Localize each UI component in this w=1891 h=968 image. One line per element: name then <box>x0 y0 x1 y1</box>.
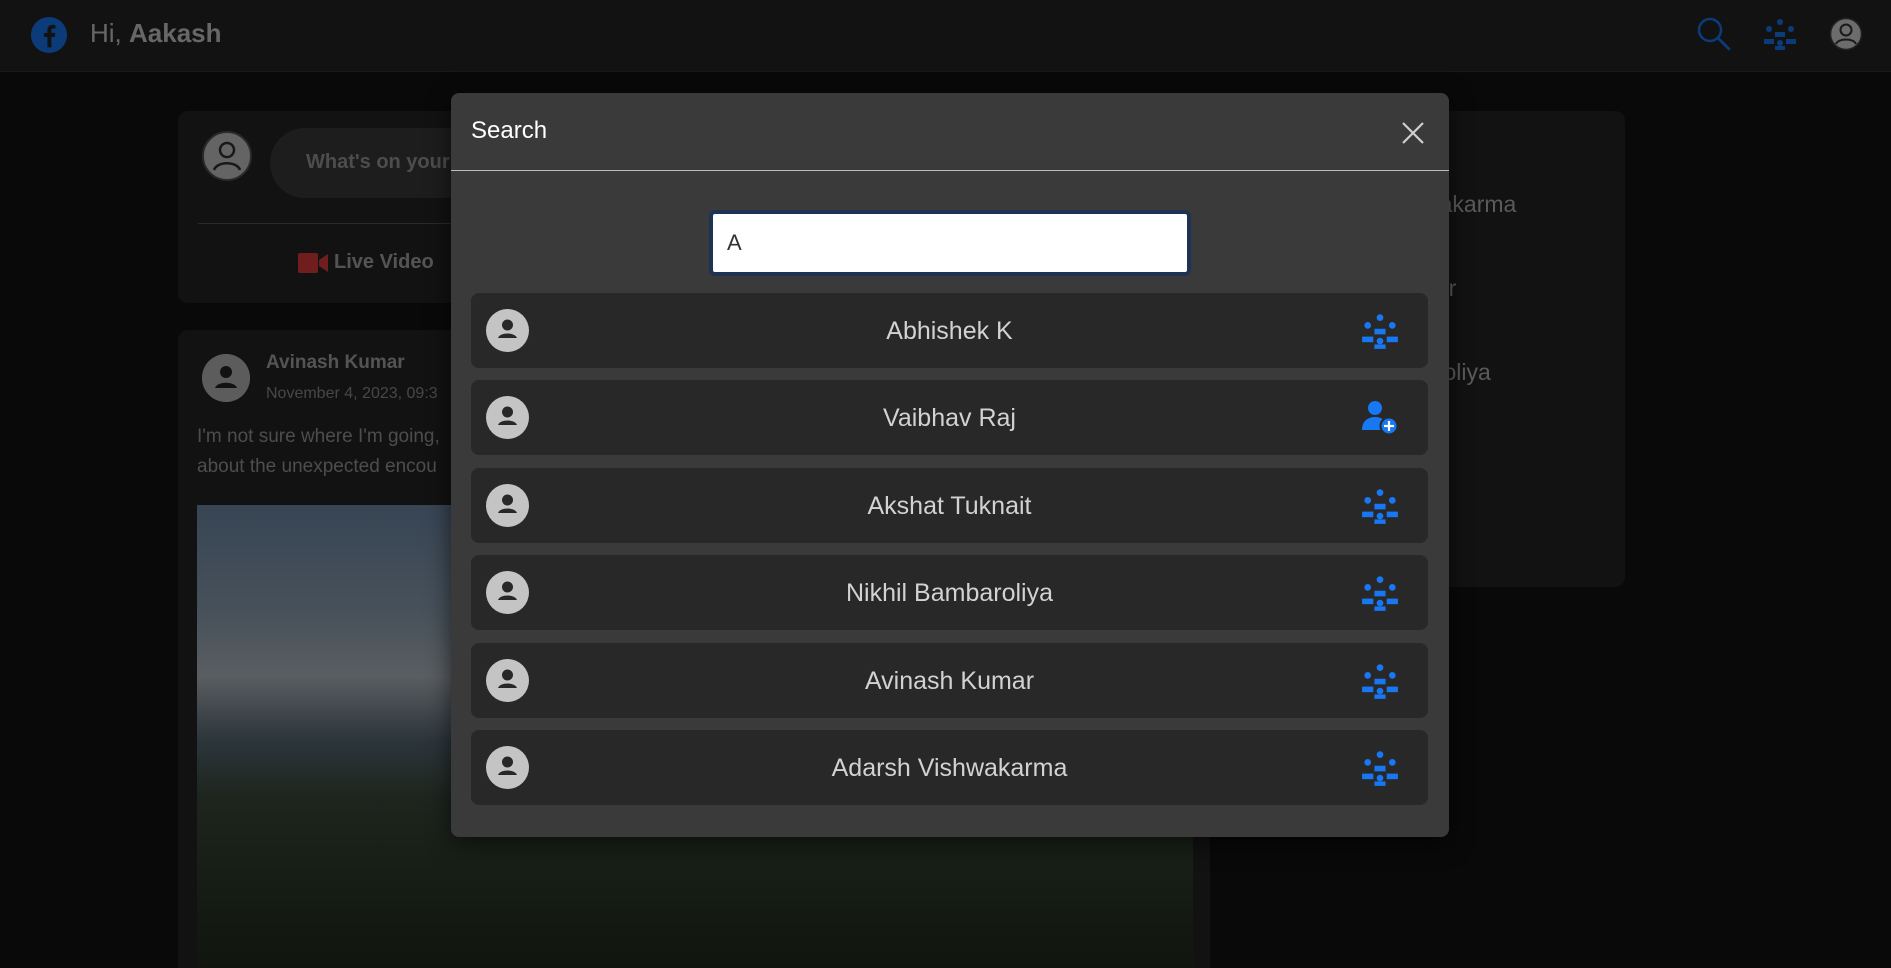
app-page: Hi, Aakash <box>0 0 1891 968</box>
search-result-row[interactable]: Abhishek K <box>471 293 1428 368</box>
friends-status-button[interactable] <box>1361 488 1399 524</box>
modal-title: Search <box>471 117 548 144</box>
result-name[interactable]: Nikhil Bambaroliya <box>471 579 1428 608</box>
friends-status-button[interactable] <box>1361 313 1399 349</box>
result-name[interactable]: Abhishek K <box>471 317 1428 346</box>
search-result-row[interactable]: Nikhil Bambaroliya <box>471 555 1428 630</box>
search-result-row[interactable]: Adarsh Vishwakarma <box>471 730 1428 805</box>
search-result-row[interactable]: Akshat Tuknait <box>471 468 1428 543</box>
friends-icon <box>1362 751 1398 786</box>
close-icon[interactable] <box>1401 121 1425 145</box>
add-friend-button[interactable] <box>1361 400 1399 436</box>
modal-header: Search <box>451 93 1449 171</box>
result-name[interactable]: Avinash Kumar <box>471 667 1428 696</box>
search-input[interactable] <box>709 210 1191 276</box>
friends-status-button[interactable] <box>1361 663 1399 699</box>
friends-status-button[interactable] <box>1361 575 1399 611</box>
result-name[interactable]: Vaibhav Raj <box>471 404 1428 433</box>
friends-icon <box>1362 576 1398 611</box>
add-friend-icon <box>1362 401 1399 436</box>
search-result-row[interactable]: Vaibhav Raj <box>471 380 1428 455</box>
search-result-row[interactable]: Avinash Kumar <box>471 643 1428 718</box>
result-name[interactable]: Adarsh Vishwakarma <box>471 754 1428 783</box>
friends-icon <box>1362 489 1398 524</box>
search-modal: Search Abhishek K Vaibhav Raj Akshat Tukna… <box>451 93 1449 837</box>
friends-icon <box>1362 314 1398 349</box>
friends-status-button[interactable] <box>1361 750 1399 786</box>
friends-icon <box>1362 664 1398 699</box>
result-name[interactable]: Akshat Tuknait <box>471 492 1428 521</box>
